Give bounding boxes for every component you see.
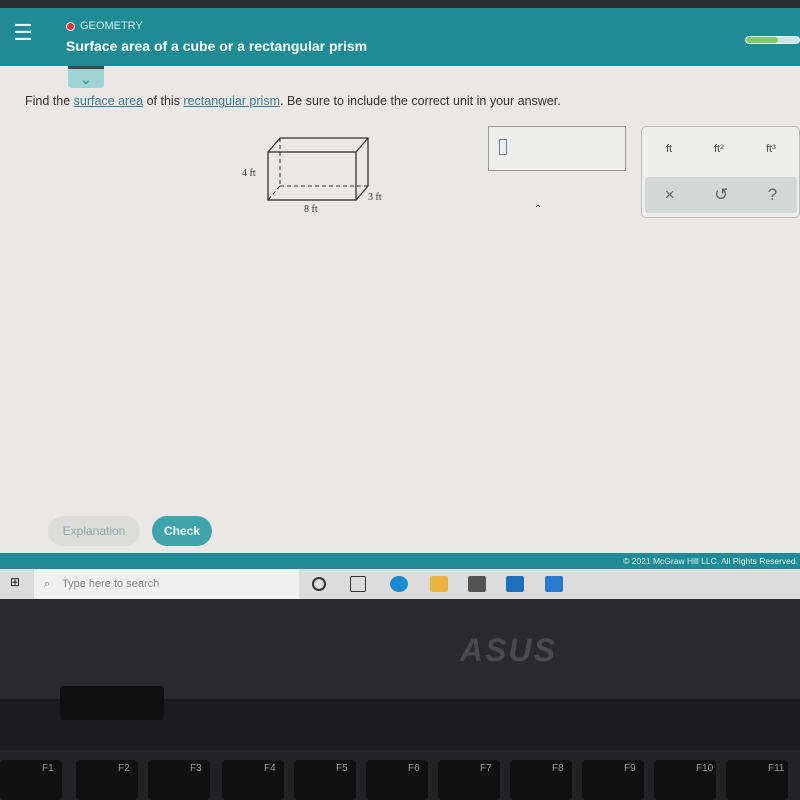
question-text: Find the surface area of this rectangula…	[25, 94, 561, 108]
q-suffix: . Be sure to include the correct unit in…	[280, 94, 561, 108]
keyboard: F1 F2 F3 F4 F5 F6 F7 F8 F9 F10 F11	[0, 750, 800, 800]
key-f5[interactable]: F5	[294, 760, 356, 800]
store-icon[interactable]	[468, 576, 486, 592]
chevron-down-icon[interactable]: ⌄	[68, 66, 104, 88]
page-title: Surface area of a cube or a rectangular …	[66, 38, 368, 54]
laptop-bezel: ASUS	[0, 599, 800, 699]
keypad-actions: × ↺ ?	[645, 177, 797, 213]
unit-ft2-button[interactable]: ft²	[714, 143, 724, 155]
browser-top-strip	[0, 0, 800, 8]
length-label: 8 ft	[304, 204, 318, 212]
search-icon: ⌕	[44, 578, 51, 590]
answer-input[interactable]	[488, 126, 626, 171]
topic-label: GEOMETRY	[66, 20, 143, 32]
footer-copyright: © 2021 McGraw Hill LLC. All Rights Reser…	[0, 553, 800, 569]
mail-icon[interactable]	[506, 576, 524, 592]
explanation-button[interactable]: Explanation	[48, 516, 140, 546]
text-cursor-icon	[499, 139, 507, 155]
q-middle: of this	[143, 94, 184, 108]
windows-start-icon[interactable]: ⊞	[10, 575, 20, 589]
q-prefix: Find the	[25, 94, 74, 108]
key-f9[interactable]: F9	[582, 760, 644, 800]
key-f1[interactable]: F1	[0, 760, 62, 800]
progress-fill	[746, 37, 778, 43]
asus-logo: ASUS	[460, 632, 557, 668]
unit-ft-button[interactable]: ft	[666, 143, 672, 155]
key-f8[interactable]: F8	[510, 760, 572, 800]
key-f10[interactable]: F10	[654, 760, 716, 800]
progress-bar	[745, 36, 800, 44]
taskbar: ⊞ ⌕ Type here to search	[0, 569, 800, 599]
undo-button[interactable]: ↺	[714, 185, 728, 205]
hamburger-icon[interactable]: ☰	[10, 20, 36, 46]
key-f11[interactable]: F11	[726, 760, 788, 800]
rectangular-prism-link[interactable]: rectangular prism	[183, 94, 280, 108]
search-placeholder: Type here to search	[62, 578, 160, 590]
app-header: ☰ GEOMETRY Surface area of a cube or a r…	[0, 8, 800, 66]
topic-text: GEOMETRY	[80, 20, 143, 32]
file-explorer-icon[interactable]	[430, 576, 448, 592]
unit-ft3-button[interactable]: ft³	[766, 143, 776, 155]
prism-diagram: 4 ft 3 ft 8 ft	[242, 137, 382, 215]
unit-keypad: ft ft² ft³ × ↺ ?	[641, 126, 800, 218]
mouse-pointer: ⌃	[534, 204, 543, 215]
laptop-hinge	[60, 686, 164, 720]
surface-area-link[interactable]: surface area	[74, 94, 143, 108]
prism-figure: 4 ft 3 ft 8 ft	[240, 132, 410, 217]
depth-label: 3 ft	[368, 192, 382, 203]
cortana-icon[interactable]	[312, 577, 326, 591]
key-f6[interactable]: F6	[366, 760, 428, 800]
taskbar-search-input[interactable]: ⌕ Type here to search	[34, 569, 299, 599]
app-icon[interactable]	[545, 576, 563, 592]
status-dot-icon	[66, 21, 75, 31]
clear-button[interactable]: ×	[665, 185, 675, 205]
key-f7[interactable]: F7	[438, 760, 500, 800]
key-f3[interactable]: F3	[148, 760, 210, 800]
edge-browser-icon[interactable]	[390, 576, 408, 592]
height-label: 4 ft	[242, 168, 256, 179]
check-button[interactable]: Check	[152, 516, 212, 546]
key-f2[interactable]: F2	[76, 760, 138, 800]
content-area: ⌄ Find the surface area of this rectangu…	[0, 66, 800, 553]
help-button[interactable]: ?	[768, 185, 777, 205]
key-f4[interactable]: F4	[222, 760, 284, 800]
task-view-icon[interactable]	[350, 576, 366, 592]
